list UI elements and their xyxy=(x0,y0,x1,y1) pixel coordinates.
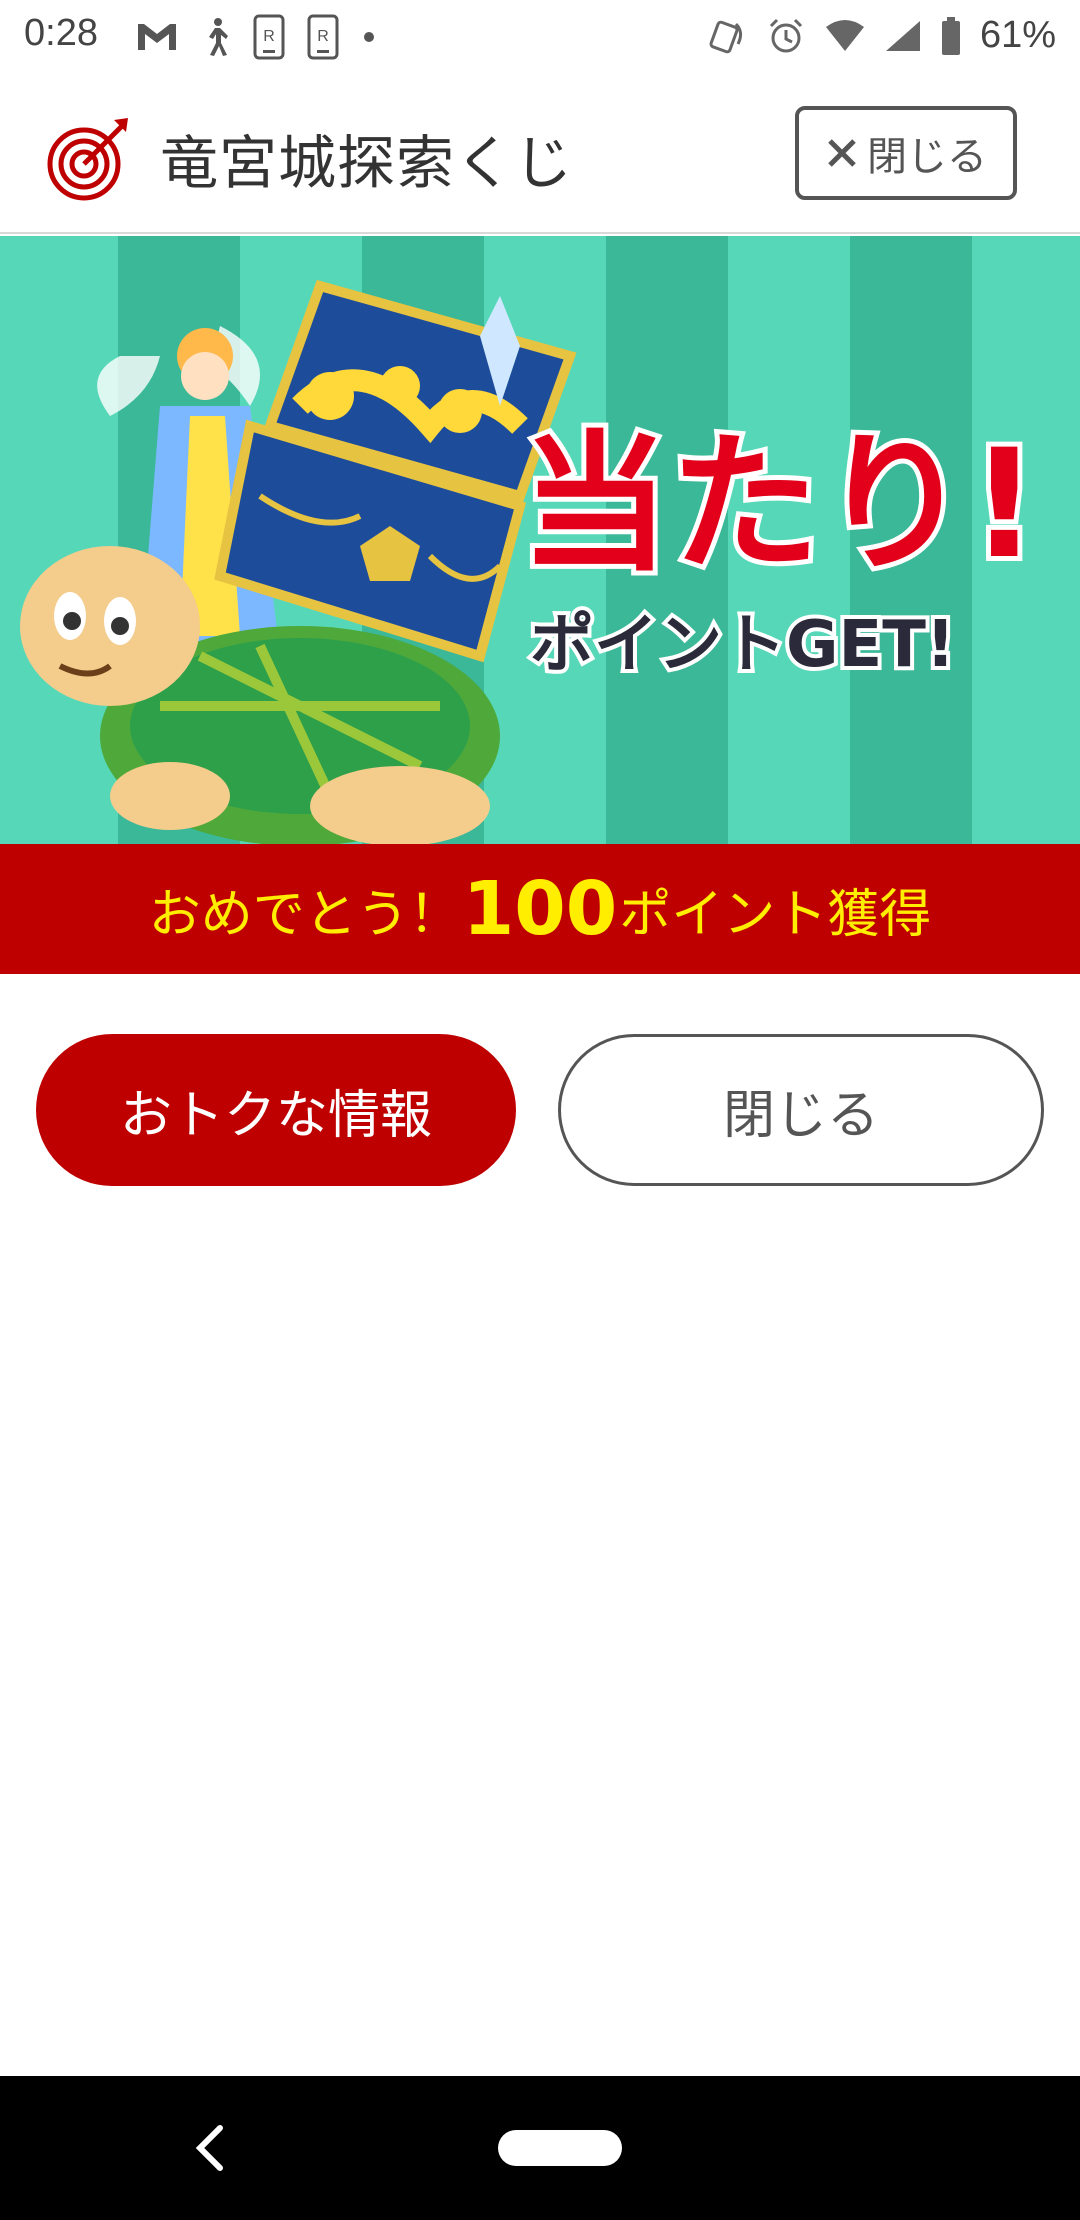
status-icons-right: 61% xyxy=(708,14,1056,57)
svg-text:R: R xyxy=(263,28,275,45)
rakuten-phone-icon: R xyxy=(307,14,339,60)
nfc-icon xyxy=(709,20,742,53)
page-title: 竜宮城探索くじ xyxy=(160,129,574,197)
signal-icon xyxy=(885,20,920,51)
header-close-button[interactable]: 閉じる xyxy=(795,106,1017,200)
banner-headline: 当たり! xyxy=(520,418,1038,592)
close-button-label: 閉じる xyxy=(722,1085,879,1146)
status-bar: 0:28 R R 61% xyxy=(0,0,1080,72)
svg-text:R: R xyxy=(317,28,329,45)
alarm-icon xyxy=(769,18,802,52)
wifi-icon xyxy=(825,19,864,51)
points-amount: 100 xyxy=(462,866,618,952)
congrats-suffix: ポイント獲得 xyxy=(619,884,932,945)
rakuten-phone-icon: R xyxy=(253,14,285,60)
deals-button-label: おトクな情報 xyxy=(119,1085,432,1146)
status-icons-left: R R xyxy=(135,14,377,60)
home-pill-icon[interactable] xyxy=(498,2130,622,2166)
target-arrow-icon xyxy=(47,118,128,201)
header-close-label: 閉じる xyxy=(867,134,987,180)
battery-percent: 61% xyxy=(979,14,1056,56)
dot-icon xyxy=(364,32,374,42)
close-icon xyxy=(828,139,856,167)
deals-button[interactable]: おトクな情報 xyxy=(36,1034,516,1186)
status-time: 0:28 xyxy=(24,12,98,54)
close-button[interactable]: 閉じる xyxy=(558,1034,1044,1186)
gmail-icon xyxy=(138,24,176,50)
banner-subline: ポイントGET! xyxy=(530,608,955,682)
back-chevron-icon[interactable] xyxy=(190,2122,230,2174)
congrats-bar: おめでとう！ 100 ポイント獲得 xyxy=(0,844,1080,974)
lottery-result-banner: 当たり! ポイントGET! xyxy=(0,236,1080,844)
system-nav-bar xyxy=(0,2076,1080,2220)
battery-icon xyxy=(941,16,960,55)
banner-illustration: 当たり! ポイントGET! xyxy=(0,236,1080,844)
walk-icon xyxy=(209,18,228,56)
congrats-text: おめでとう！ xyxy=(148,884,461,945)
app-header: 竜宮城探索くじ 閉じる xyxy=(0,72,1080,234)
